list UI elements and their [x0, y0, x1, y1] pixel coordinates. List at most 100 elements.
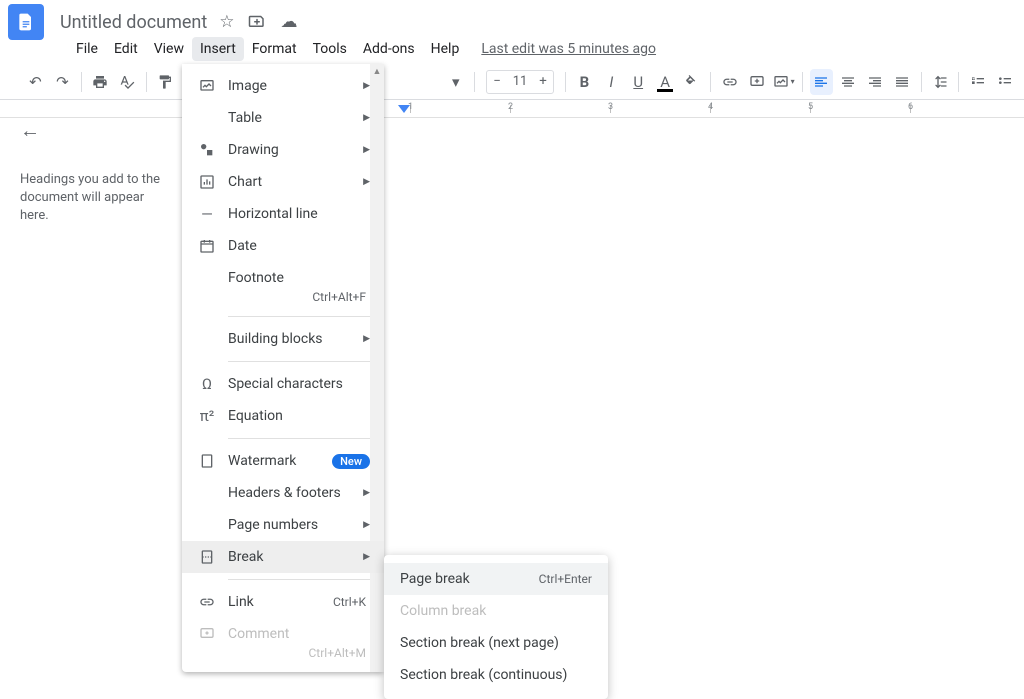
undo-button[interactable]: ↶: [24, 69, 47, 95]
outline-back-button[interactable]: ←: [20, 118, 165, 143]
break-section-continuous[interactable]: Section break (continuous): [384, 659, 608, 691]
equation-icon: π²: [196, 407, 218, 425]
insert-footnote[interactable]: Footnote: [182, 262, 384, 294]
menu-view[interactable]: View: [146, 37, 192, 61]
insert-chart[interactable]: Chart ▶: [182, 166, 384, 198]
insert-drawing[interactable]: Drawing ▶: [182, 134, 384, 166]
spellcheck-button[interactable]: [116, 69, 139, 95]
align-right-button[interactable]: [864, 69, 887, 95]
menu-label: Special characters: [228, 376, 370, 392]
underline-button[interactable]: U: [627, 69, 650, 95]
insert-horizontal-line[interactable]: ― Horizontal line: [182, 198, 384, 230]
shortcut: Ctrl+Enter: [539, 572, 592, 586]
comment-icon: [196, 626, 218, 642]
outline-placeholder: Headings you add to the document will ap…: [20, 171, 165, 226]
insert-watermark[interactable]: Watermark New: [182, 445, 384, 477]
move-icon[interactable]: [248, 12, 266, 32]
font-size-control[interactable]: − 11 +: [486, 70, 554, 94]
separator: [146, 72, 147, 92]
italic-button[interactable]: I: [600, 69, 623, 95]
menu-label: Column break: [400, 603, 592, 619]
document-title[interactable]: Untitled document: [60, 12, 207, 33]
edit-status[interactable]: Last edit was 5 minutes ago: [481, 41, 656, 57]
menu-help[interactable]: Help: [423, 37, 468, 61]
insert-special-characters[interactable]: Ω Special characters: [182, 368, 384, 400]
insert-link[interactable]: Link Ctrl+K: [182, 586, 384, 618]
text-color-button[interactable]: A: [654, 69, 677, 95]
redo-button[interactable]: ↷: [51, 69, 74, 95]
insert-comment: Comment: [182, 618, 384, 650]
menu-edit[interactable]: Edit: [106, 37, 146, 61]
insert-table[interactable]: Table ▶: [182, 102, 384, 134]
cloud-icon[interactable]: ☁: [280, 12, 297, 32]
align-justify-button[interactable]: [891, 69, 914, 95]
checklist-button[interactable]: [966, 69, 989, 95]
docs-logo[interactable]: [8, 4, 44, 40]
menu-label: Drawing: [228, 142, 363, 158]
font-size-decrease[interactable]: −: [487, 74, 507, 89]
separator: [228, 579, 384, 580]
separator: [565, 72, 566, 92]
insert-date[interactable]: Date: [182, 230, 384, 262]
font-size-increase[interactable]: +: [533, 74, 553, 89]
add-comment-button[interactable]: [745, 69, 768, 95]
align-center-button[interactable]: [837, 69, 860, 95]
insert-equation[interactable]: π² Equation: [182, 400, 384, 432]
break-column: Column break: [384, 595, 608, 627]
bulleted-list-button[interactable]: [993, 69, 1016, 95]
insert-page-numbers[interactable]: Page numbers ▶: [182, 509, 384, 541]
insert-break[interactable]: Break ▶: [182, 541, 384, 573]
break-page[interactable]: Page break Ctrl+Enter: [384, 563, 608, 595]
highlight-button[interactable]: [681, 69, 704, 95]
menu-label: Page numbers: [228, 517, 363, 533]
menu-label: Page break: [400, 571, 539, 587]
ruler-tick: 5: [808, 102, 813, 112]
watermark-icon: [196, 453, 218, 469]
menu-tools[interactable]: Tools: [305, 37, 355, 61]
menu-label: Break: [228, 549, 363, 565]
break-section-next[interactable]: Section break (next page): [384, 627, 608, 659]
menu-label: Watermark: [228, 453, 332, 469]
submenu-arrow-icon: ▶: [363, 113, 370, 123]
star-icon[interactable]: ☆: [219, 12, 234, 32]
separator: [228, 361, 384, 362]
separator: [81, 72, 82, 92]
menu-insert[interactable]: Insert: [192, 37, 244, 61]
menu-label: Equation: [228, 408, 370, 424]
insert-headers-footers[interactable]: Headers & footers ▶: [182, 477, 384, 509]
menu-file[interactable]: File: [68, 37, 106, 61]
insert-image-button[interactable]: ▾: [772, 69, 795, 95]
font-size-value[interactable]: 11: [507, 74, 533, 89]
submenu-arrow-icon: ▶: [363, 520, 370, 530]
menu-addons[interactable]: Add-ons: [355, 37, 423, 61]
separator: [958, 72, 959, 92]
ruler-tick: 2: [508, 102, 513, 112]
separator: [802, 72, 803, 92]
menu-label: Section break (next page): [400, 635, 592, 651]
new-badge: New: [332, 454, 370, 469]
line-spacing-button[interactable]: [928, 69, 951, 95]
menu-label: Horizontal line: [228, 206, 370, 222]
ruler-tick: 4: [708, 102, 713, 112]
menu-format[interactable]: Format: [244, 37, 305, 61]
print-button[interactable]: [89, 69, 112, 95]
menu-label: Footnote: [228, 270, 370, 286]
insert-building-blocks[interactable]: Building blocks ▶: [182, 323, 384, 355]
insert-image[interactable]: Image ▶: [182, 70, 384, 102]
paint-format-button[interactable]: [153, 69, 176, 95]
insert-link-button[interactable]: [718, 69, 741, 95]
menu-label: Headers & footers: [228, 485, 363, 501]
horizontal-line-icon: ―: [196, 205, 218, 223]
menubar: File Edit View Insert Format Tools Add-o…: [0, 36, 1024, 64]
toolbar: ↶ ↷ ▾ − 11 + B I U A ▾: [0, 64, 1024, 100]
submenu-arrow-icon: ▶: [363, 145, 370, 155]
align-left-button[interactable]: [810, 69, 833, 95]
submenu-arrow-icon: ▶: [363, 552, 370, 562]
bold-button[interactable]: B: [573, 69, 596, 95]
insert-menu-dropdown: ▲ Image ▶ Table ▶ Drawing ▶ Chart ▶ ― Ho…: [182, 64, 384, 672]
styles-dropdown[interactable]: ▾: [444, 69, 467, 95]
ruler-tick: 3: [608, 102, 613, 112]
menu-label: Link: [228, 594, 333, 610]
chart-icon: [196, 174, 218, 190]
menu-label: Image: [228, 78, 363, 94]
